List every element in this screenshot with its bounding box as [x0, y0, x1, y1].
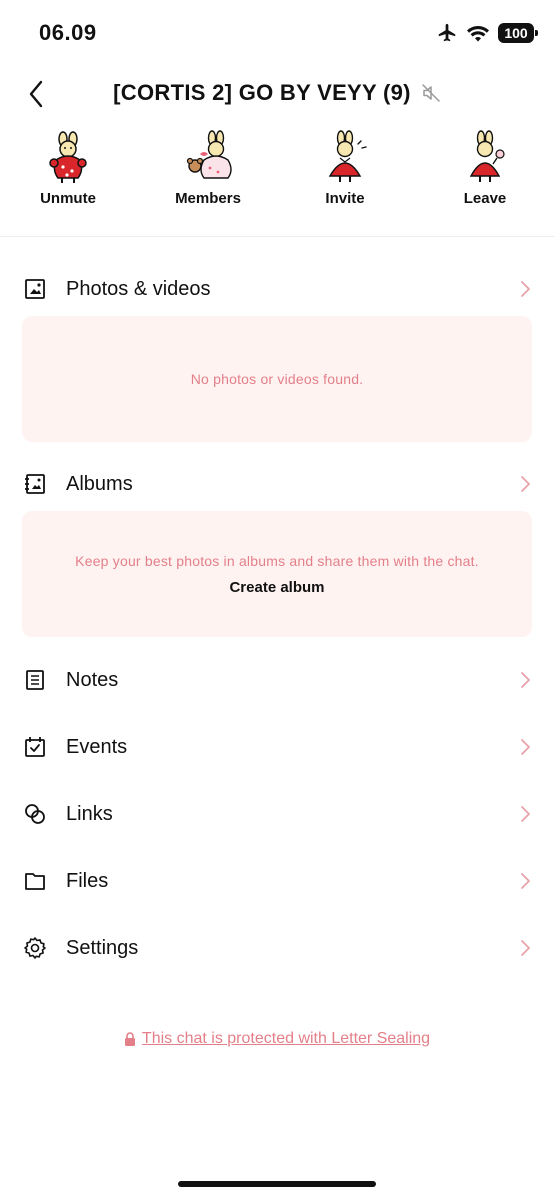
chevron-right-icon — [518, 938, 532, 958]
calendar-icon — [23, 735, 47, 759]
row-photos-videos[interactable]: Photos & videos — [0, 263, 554, 315]
album-icon — [23, 472, 47, 496]
section-divider — [0, 236, 554, 237]
status-time: 06.09 — [39, 20, 97, 45]
notes-label: Notes — [66, 668, 119, 691]
members-sticker-icon — [186, 130, 232, 179]
chevron-right-icon — [518, 279, 532, 299]
row-albums[interactable]: Albums — [0, 458, 554, 510]
chevron-right-icon — [518, 804, 532, 824]
status-icons: 100 — [436, 22, 538, 44]
invite-sticker-icon — [328, 130, 367, 182]
albums-empty-state: Keep your best photos in albums and shar… — [22, 511, 532, 637]
row-notes[interactable]: Notes — [0, 654, 554, 706]
muted-speaker-icon — [422, 84, 440, 102]
events-label: Events — [66, 735, 128, 758]
invite-label: Invite — [325, 190, 365, 207]
title-wrap: [CORTIS 2] GO BY VEYY (9) — [0, 80, 554, 106]
create-album-button[interactable]: Create album — [229, 579, 324, 596]
battery-level: 100 — [504, 25, 528, 41]
chat-header: [CORTIS 2] GO BY VEYY (9) — [0, 66, 554, 122]
albums-label: Albums — [66, 472, 133, 495]
status-bar: 06.09 100 — [0, 0, 554, 66]
chevron-right-icon — [518, 474, 532, 494]
leave-button[interactable]: Leave — [430, 130, 540, 207]
leave-sticker-icon — [469, 130, 505, 182]
chat-title: [CORTIS 2] GO BY VEYY (9) — [113, 80, 411, 105]
photos-empty-text: No photos or videos found. — [190, 371, 364, 387]
unmute-button[interactable]: Unmute — [13, 130, 123, 207]
photo-icon — [23, 277, 47, 301]
link-icon — [23, 802, 47, 826]
photos-empty-state: No photos or videos found. — [22, 316, 532, 442]
chevron-right-icon — [518, 871, 532, 891]
chevron-right-icon — [518, 670, 532, 690]
letter-sealing-note: This chat is protected with Letter Seali… — [0, 1030, 554, 1048]
letter-sealing-link[interactable]: This chat is protected with Letter Seali… — [142, 1030, 430, 1048]
notes-icon — [23, 668, 47, 692]
settings-label: Settings — [66, 936, 139, 959]
airplane-mode-icon — [438, 23, 456, 42]
lock-icon — [124, 1032, 135, 1046]
folder-icon — [23, 869, 47, 893]
wifi-icon — [467, 26, 489, 42]
files-label: Files — [66, 869, 109, 892]
battery-indicator: 100 — [498, 23, 538, 43]
invite-button[interactable]: Invite — [290, 130, 400, 207]
links-label: Links — [66, 802, 113, 825]
row-settings[interactable]: Settings — [0, 922, 554, 974]
home-indicator[interactable] — [178, 1181, 376, 1187]
photos-videos-label: Photos & videos — [66, 277, 211, 300]
chat-actions: Unmute Members Invite Leave — [0, 130, 554, 220]
unmute-label: Unmute — [40, 190, 96, 207]
row-events[interactable]: Events — [0, 721, 554, 773]
unmute-sticker-icon — [49, 131, 87, 183]
row-files[interactable]: Files — [0, 855, 554, 907]
members-button[interactable]: Members — [153, 130, 263, 207]
gear-icon — [23, 936, 47, 960]
row-links[interactable]: Links — [0, 788, 554, 840]
leave-label: Leave — [463, 190, 507, 207]
chevron-right-icon — [518, 737, 532, 757]
albums-empty-text: Keep your best photos in albums and shar… — [75, 552, 479, 569]
members-label: Members — [175, 190, 241, 207]
